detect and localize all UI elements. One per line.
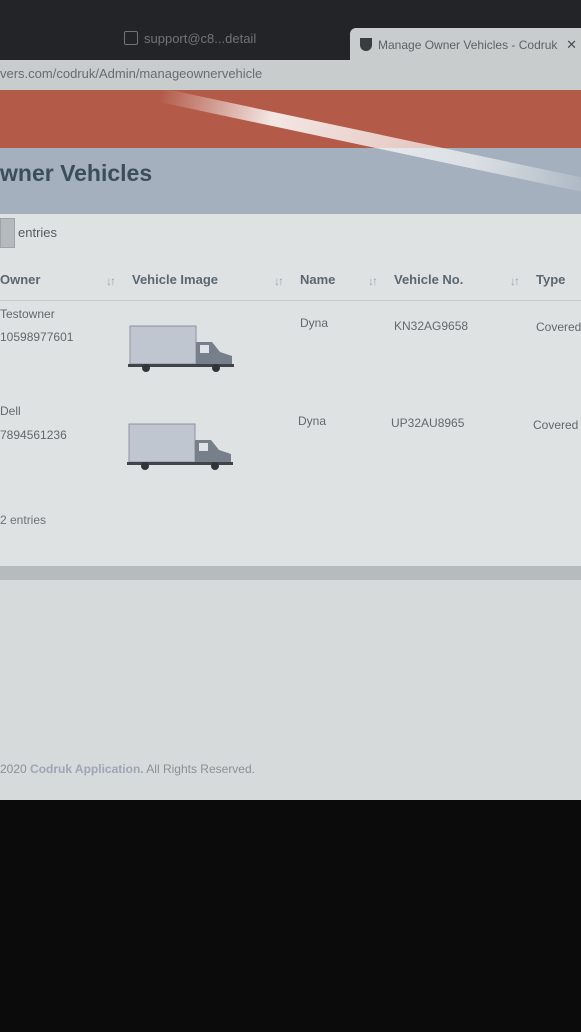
monitor-screen: support@c8...detail Manage Owner Vehicle… [0, 0, 581, 800]
url-text[interactable]: vers.com/codruk/Admin/manageownervehicle [0, 66, 262, 81]
sort-icon[interactable]: ↓↑ [510, 274, 520, 288]
sort-icon[interactable]: ↓↑ [368, 274, 378, 288]
copyright-text: All Rights Reserved. [146, 762, 255, 776]
copyright-year: 2020 [0, 762, 27, 776]
entries-label: entries [18, 225, 58, 240]
close-tab-icon[interactable]: ✕ [566, 28, 577, 60]
table-panel [0, 214, 581, 566]
app-header-bar [0, 90, 581, 148]
vehicle-number: UP32AU8965 [391, 416, 465, 430]
truck-icon [128, 325, 234, 372]
entries-select[interactable] [0, 218, 15, 248]
page-title: wner Vehicles [0, 160, 153, 186]
vehicle-type: Covered [533, 418, 579, 432]
browser-tab-active[interactable]: Manage Owner Vehicles - Codruk ✕ [350, 28, 581, 60]
truck-icon [127, 423, 233, 470]
address-bar[interactable]: vers.com/codruk/Admin/manageownervehicle [0, 60, 581, 91]
tab-favicon-icon [124, 31, 138, 45]
sort-icon[interactable]: ↓↑ [274, 274, 284, 288]
owner-name: Dell [0, 404, 21, 418]
tab-title: support@c8...detail [144, 31, 257, 46]
column-header-type[interactable]: Type [536, 272, 565, 287]
tab-title: Manage Owner Vehicles - Codruk [378, 38, 558, 52]
monitor-bezel [0, 800, 581, 1032]
column-header-owner[interactable]: Owner [0, 272, 40, 287]
owner-name: Testowner [0, 307, 55, 321]
vehicle-name: Dyna [300, 316, 329, 330]
browser-tab-strip: support@c8...detail Manage Owner Vehicle… [0, 0, 581, 60]
vehicle-number: KN32AG9658 [394, 319, 469, 333]
owner-phone: 7894561236 [0, 428, 67, 442]
brand-link[interactable]: Codruk Application. [30, 762, 144, 776]
table-info-text: 2 entries [0, 513, 47, 527]
shield-icon [360, 38, 372, 51]
owner-phone: 10598977601 [0, 330, 74, 344]
sort-icon[interactable]: ↓↑ [106, 274, 116, 288]
column-header-name[interactable]: Name [300, 272, 335, 287]
section-divider [0, 566, 581, 580]
vehicle-type: Covered [536, 320, 581, 334]
vehicle-name: Dyna [298, 414, 327, 428]
column-header-vehicle-no[interactable]: Vehicle No. [394, 272, 463, 287]
browser-tab[interactable]: support@c8...detail [110, 24, 340, 54]
copyright-footer: 2020 Codruk Application. All Rights Rese… [0, 762, 255, 776]
table-header-divider [0, 300, 581, 301]
column-header-vehicle-image[interactable]: Vehicle Image [132, 272, 218, 287]
